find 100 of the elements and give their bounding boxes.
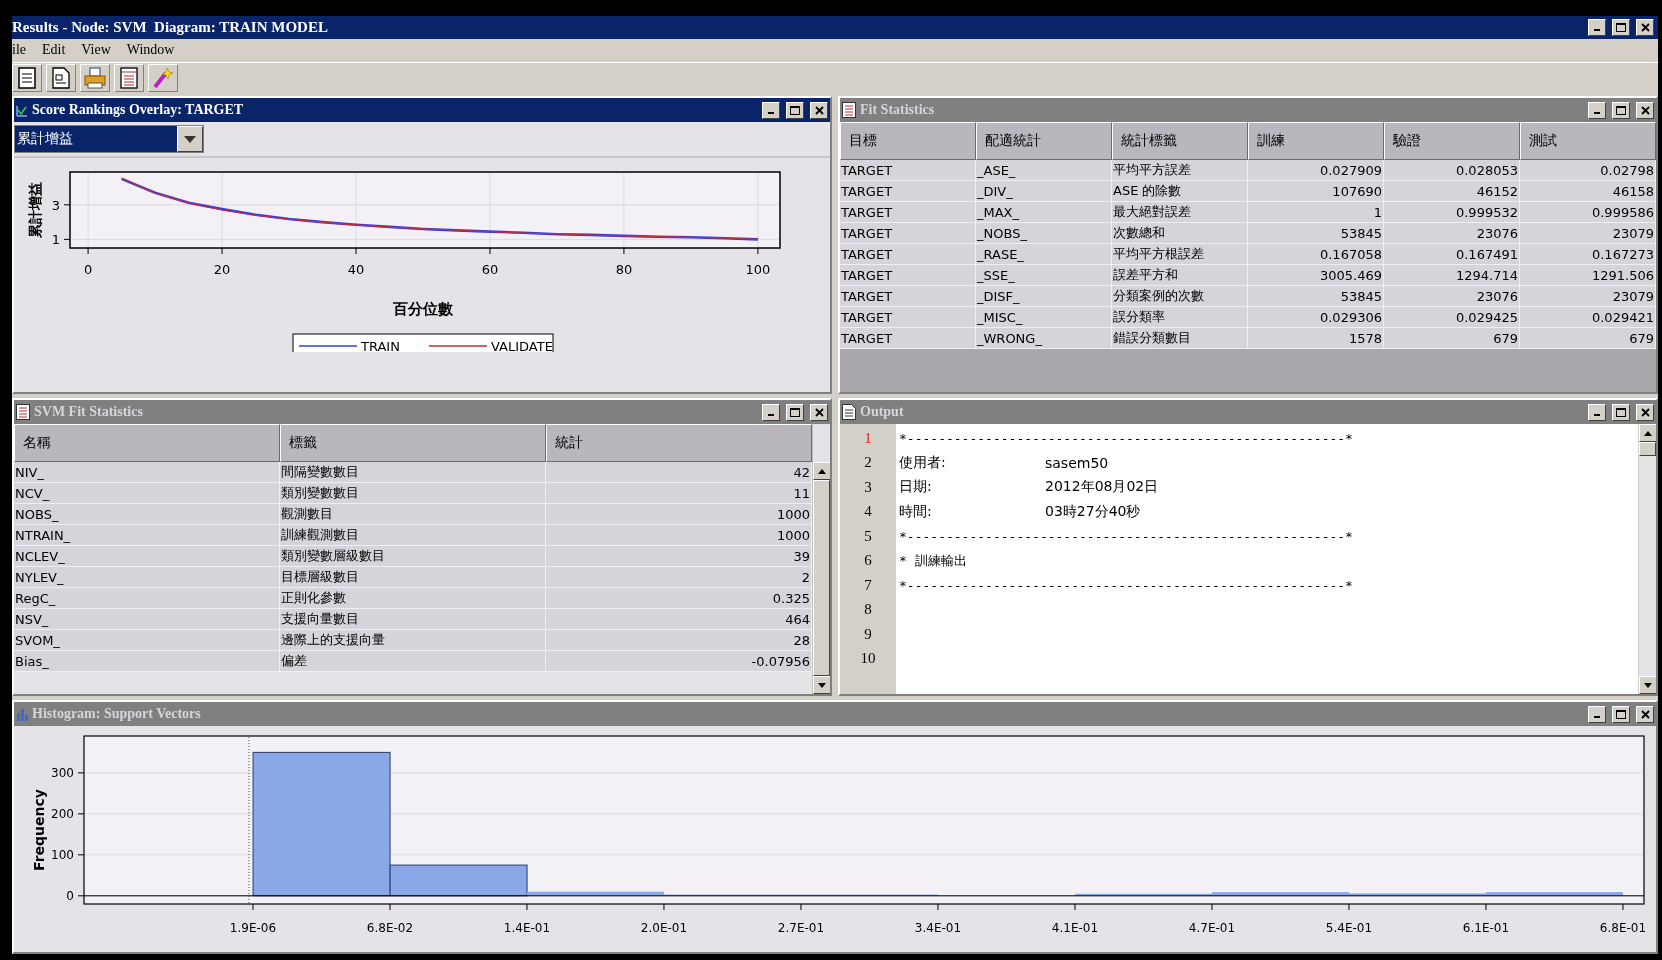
table-cell: _DIV_	[976, 181, 1112, 202]
panel-title: SVM Fit Statistics	[34, 404, 144, 420]
tick-label: 300	[51, 765, 74, 780]
tick-label: 2.7E-01	[777, 921, 825, 935]
table-cell: SVOM_	[14, 630, 280, 651]
table-cell: 0.02798	[1520, 160, 1656, 181]
table-cell: 支援向量數目	[280, 609, 546, 630]
table-cell: 偏差	[280, 651, 546, 672]
table-cell: 3005.469	[1248, 265, 1384, 286]
table-cell: Bias_	[14, 651, 280, 672]
tick-label: 2.0E-01	[640, 921, 688, 935]
table-cell: 23079	[1520, 223, 1656, 244]
line-number: 3	[863, 477, 873, 497]
table-cell: 0.028053	[1384, 160, 1520, 181]
table-cell: TARGET	[840, 244, 976, 265]
table-cell: TARGET	[840, 265, 976, 286]
line-number: 2	[863, 453, 873, 473]
table-cell: NSV_	[14, 609, 280, 630]
tick-label: 0	[83, 262, 93, 277]
table-cell: ASE 的除數	[1112, 181, 1248, 202]
line-number: 7	[863, 575, 873, 595]
table-cell: TARGET	[840, 307, 976, 328]
table-cell: 觀測數目	[280, 504, 546, 525]
table-cell: 1294.714	[1384, 265, 1520, 286]
output-text: *--------------------------------------------------------*	[899, 577, 1353, 593]
line-number: 6	[863, 551, 873, 571]
table-cell: _NOBS_	[976, 223, 1112, 244]
window-title: Results - Node: SVM Diagram: TRAIN MODEL	[12, 18, 329, 36]
output-label: 時間:	[899, 502, 933, 521]
table-cell: RegC_	[14, 588, 280, 609]
table-cell: NCLEV_	[14, 546, 280, 567]
table-cell: 0.027909	[1248, 160, 1384, 181]
panel-title: Fit Statistics	[860, 102, 936, 118]
table-cell: 107690	[1248, 181, 1384, 202]
table-cell: _MAX_	[976, 202, 1112, 223]
table-cell: 23076	[1384, 286, 1520, 307]
table-cell: 11	[546, 483, 812, 504]
line-number: 10	[859, 649, 877, 669]
table-cell: 1000	[546, 504, 812, 525]
tick-label: 4.7E-01	[1188, 921, 1236, 935]
table-cell: 訓練觀測數目	[280, 525, 546, 546]
line-number: 8	[863, 600, 873, 620]
table-cell: 464	[546, 609, 812, 630]
tick-label: 6.8E-02	[366, 921, 414, 935]
tick-label: 1.9E-06	[229, 921, 277, 935]
output-value: sasem50	[1045, 454, 1109, 471]
axis-title: 累計增益	[27, 182, 43, 238]
table-cell: 23079	[1520, 286, 1656, 307]
table-cell: 目標層級數目	[280, 567, 546, 588]
tick-label: 1.4E-01	[503, 921, 551, 935]
table-cell: 0.167491	[1384, 244, 1520, 265]
table-cell: 53845	[1248, 223, 1384, 244]
table-cell: TARGET	[840, 160, 976, 181]
table-cell: 平均平方根誤差	[1112, 244, 1248, 265]
tick-label: 4.1E-01	[1051, 921, 1099, 935]
table-cell: 28	[546, 630, 812, 651]
table-cell: TARGET	[840, 223, 976, 244]
tick-label: 0	[66, 888, 74, 903]
table-cell: _DISF_	[976, 286, 1112, 307]
tick-label: 60	[481, 262, 499, 277]
panel-title: Score Rankings Overlay: TARGET	[32, 102, 245, 118]
tick-label: 100	[51, 847, 74, 862]
tick-label: 3.4E-01	[914, 921, 962, 935]
table-cell: 53845	[1248, 286, 1384, 307]
output-label: 日期:	[899, 478, 933, 497]
table-cell: 679	[1384, 328, 1520, 349]
table-cell: 2	[546, 567, 812, 588]
table-cell: 0.029425	[1384, 307, 1520, 328]
table-cell: 46158	[1520, 181, 1656, 202]
line-number: 1	[863, 428, 873, 448]
table-cell: NOBS_	[14, 504, 280, 525]
table-cell: 0.325	[546, 588, 812, 609]
table-cell: 邊際上的支援向量	[280, 630, 546, 651]
table-cell: TARGET	[840, 202, 976, 223]
table-cell: TARGET	[840, 286, 976, 307]
table-cell: 誤分類率	[1112, 307, 1248, 328]
table-cell: 46152	[1384, 181, 1520, 202]
table-cell: 次數總和	[1112, 223, 1248, 244]
table-cell: TARGET	[840, 328, 976, 349]
line-number: 9	[863, 624, 873, 644]
table-cell: 1291.506	[1520, 265, 1656, 286]
tick-label: 40	[347, 262, 365, 277]
tick-label: 20	[213, 262, 231, 277]
table-cell: _ASE_	[976, 160, 1112, 181]
line-number: 5	[863, 526, 873, 546]
table-cell: NIV_	[14, 462, 280, 483]
table-cell: 0.167273	[1520, 244, 1656, 265]
panel-title: Output	[860, 404, 905, 420]
tick-label: 100	[745, 262, 771, 277]
tick-label: 5.4E-01	[1325, 921, 1373, 935]
tick-label: 200	[51, 806, 74, 821]
output-label: 使用者:	[899, 453, 947, 472]
table-cell: 679	[1520, 328, 1656, 349]
table-cell: 1	[1248, 202, 1384, 223]
table-cell: 0.029421	[1520, 307, 1656, 328]
table-cell: 42	[546, 462, 812, 483]
table-cell: NCV_	[14, 483, 280, 504]
legend-label: VALIDATE	[491, 339, 553, 352]
legend-label: TRAIN	[361, 339, 400, 352]
table-cell: TARGET	[840, 181, 976, 202]
